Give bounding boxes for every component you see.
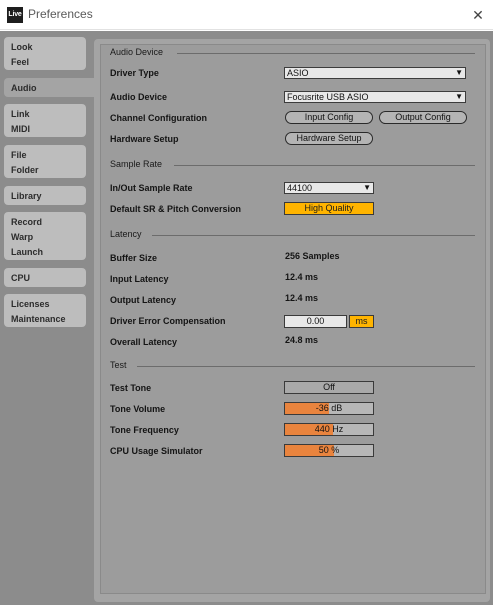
tab-library[interactable]: Library xyxy=(4,186,86,205)
section-title-latency: Latency xyxy=(110,229,142,239)
audio-device-dropdown[interactable]: Focusrite USB ASIO ▼ xyxy=(284,91,466,103)
window-title: Preferences xyxy=(28,7,93,21)
overall-latency-label: Overall Latency xyxy=(110,337,178,347)
tab-label: Record xyxy=(11,217,43,227)
tab-label: Licenses xyxy=(11,299,50,309)
driver-type-label: Driver Type xyxy=(110,68,159,78)
tab-label: Look xyxy=(11,42,33,52)
sample-rate-dropdown[interactable]: 44100 ▼ xyxy=(284,182,374,194)
sample-rate-value: 44100 xyxy=(287,183,313,193)
close-icon[interactable]: ✕ xyxy=(463,0,493,30)
tab-file-folder[interactable]: File Folder xyxy=(4,145,86,178)
driver-error-unit-badge: ms xyxy=(349,315,374,328)
tab-record-warp-launch[interactable]: Record Warp Launch xyxy=(4,212,86,260)
section-title-sample-rate: Sample Rate xyxy=(110,159,163,169)
tab-label: File xyxy=(11,150,27,160)
chevron-down-icon: ▼ xyxy=(363,183,371,192)
driver-error-compensation-label: Driver Error Compensation xyxy=(110,316,226,326)
tab-label: Warp xyxy=(11,232,34,242)
tone-frequency-slider[interactable]: 440 Hz xyxy=(284,423,374,436)
buffer-size-label: Buffer Size xyxy=(110,253,158,263)
output-latency-value: 12.4 ms xyxy=(285,293,319,303)
driver-error-compensation-input[interactable]: 0.00 xyxy=(284,315,347,328)
driver-type-value: ASIO xyxy=(287,68,309,78)
driver-type-dropdown[interactable]: ASIO ▼ xyxy=(284,67,466,79)
hardware-setup-label: Hardware Setup xyxy=(110,134,179,144)
input-latency-label: Input Latency xyxy=(110,274,169,284)
live-app-icon: Live xyxy=(7,7,23,23)
tone-frequency-label: Tone Frequency xyxy=(110,425,179,435)
tab-link-midi[interactable]: Link MIDI xyxy=(4,104,86,137)
tab-licenses-maintenance[interactable]: Licenses Maintenance xyxy=(4,294,86,327)
chevron-down-icon: ▼ xyxy=(455,68,463,77)
high-quality-toggle[interactable]: High Quality xyxy=(284,202,374,215)
section-title-test: Test xyxy=(110,360,127,370)
test-tone-label: Test Tone xyxy=(110,383,152,393)
tab-label: Maintenance xyxy=(11,314,66,324)
section-divider xyxy=(174,165,475,166)
tab-cpu[interactable]: CPU xyxy=(4,268,86,287)
audio-device-label: Audio Device xyxy=(110,92,168,102)
tab-audio[interactable]: Audio xyxy=(4,78,96,97)
buffer-size-value: 256 Samples xyxy=(285,251,340,261)
title-bar: Live Preferences ✕ xyxy=(0,0,493,30)
tab-look-feel[interactable]: Look Feel xyxy=(4,37,86,70)
overall-latency-value: 24.8 ms xyxy=(285,335,319,345)
output-config-button[interactable]: Output Config xyxy=(379,111,467,124)
section-title-audio-device: Audio Device xyxy=(110,47,164,57)
tone-volume-value: -36 dB xyxy=(315,403,343,413)
section-divider xyxy=(152,235,475,236)
tab-label: Folder xyxy=(11,165,39,175)
tab-label: Launch xyxy=(11,247,44,257)
section-divider xyxy=(177,53,475,54)
tab-label: Library xyxy=(11,191,42,201)
channel-configuration-label: Channel Configuration xyxy=(110,113,207,123)
cpu-usage-simulator-label: CPU Usage Simulator xyxy=(110,446,203,456)
input-config-button[interactable]: Input Config xyxy=(285,111,373,124)
tab-label: MIDI xyxy=(11,124,30,134)
tab-label: CPU xyxy=(11,273,31,283)
hardware-setup-button[interactable]: Hardware Setup xyxy=(285,132,373,145)
section-divider xyxy=(137,366,475,367)
tab-label: Feel xyxy=(11,57,30,67)
tone-frequency-value: 440 Hz xyxy=(314,424,344,434)
input-latency-value: 12.4 ms xyxy=(285,272,319,282)
chevron-down-icon: ▼ xyxy=(455,92,463,101)
tab-label: Link xyxy=(11,109,30,119)
tone-volume-slider[interactable]: -36 dB xyxy=(284,402,374,415)
tab-label: Audio xyxy=(11,83,37,93)
in-out-sample-rate-label: In/Out Sample Rate xyxy=(110,183,193,193)
default-sr-pitch-label: Default SR & Pitch Conversion xyxy=(110,204,242,214)
test-tone-toggle[interactable]: Off xyxy=(284,381,374,394)
audio-device-value: Focusrite USB ASIO xyxy=(287,92,369,102)
tone-volume-label: Tone Volume xyxy=(110,404,166,414)
output-latency-label: Output Latency xyxy=(110,295,177,305)
cpu-usage-simulator-slider[interactable]: 50 % xyxy=(284,444,374,457)
cpu-usage-simulator-value: 50 % xyxy=(318,445,340,455)
